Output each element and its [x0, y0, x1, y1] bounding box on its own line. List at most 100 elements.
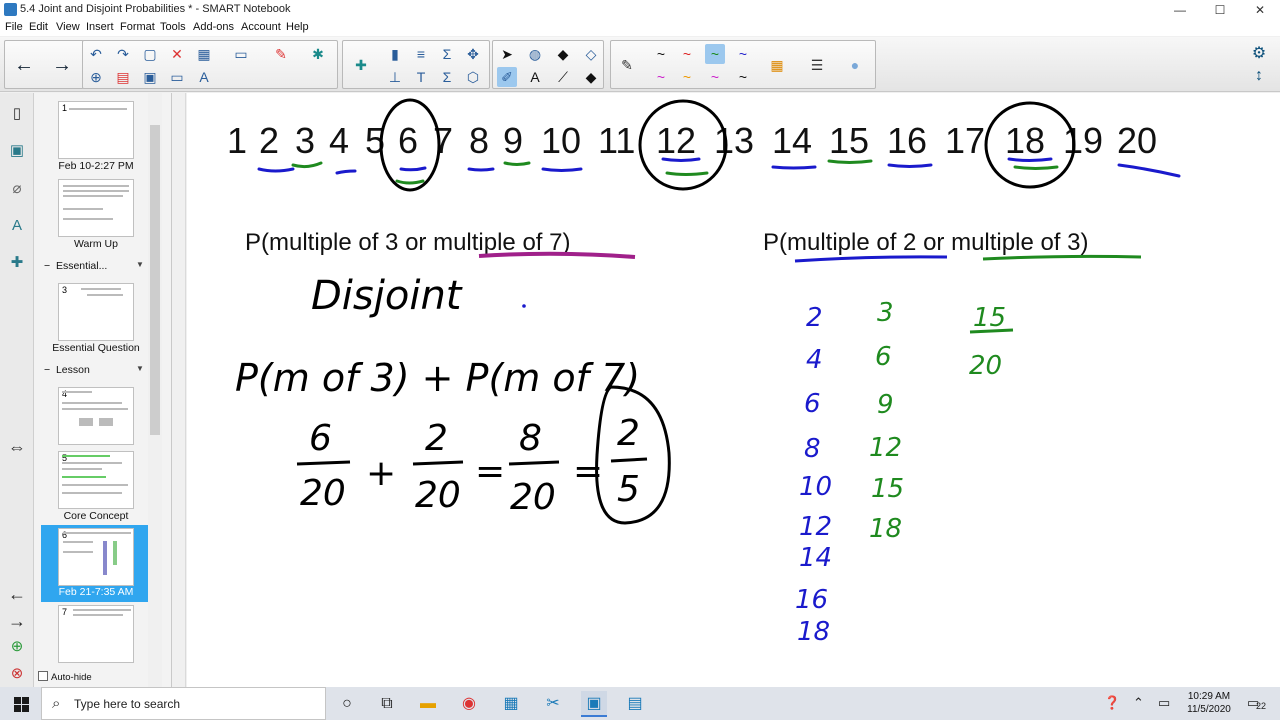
pen-icon[interactable]: ✎ [617, 55, 637, 75]
taskbar-clock[interactable]: 10:29 AM 11/5/2020 [1177, 690, 1241, 716]
menu-format[interactable]: Format [120, 21, 155, 33]
delete-icon[interactable]: ✕ [167, 44, 187, 64]
page-thumbnail-5[interactable]: 5 [58, 451, 134, 509]
page-thumbnail-7[interactable]: 7 [58, 605, 134, 663]
menu-insert[interactable]: Insert [86, 21, 114, 33]
chrome-icon[interactable]: ◉ [456, 691, 482, 717]
canvas-scrollbar[interactable] [173, 93, 186, 687]
delete-page-icon[interactable]: ⊗ [7, 663, 27, 685]
menu-add-ons[interactable]: Add-ons [193, 21, 234, 33]
menu-help[interactable]: Help [286, 21, 309, 33]
page-thumbnail-2[interactable] [58, 179, 134, 237]
chevron-up-icon[interactable]: ⌃ [1133, 695, 1144, 711]
full-screen-icon[interactable]: ▭ [167, 67, 187, 87]
scroll-thumb[interactable] [150, 125, 160, 435]
puzzle-icon[interactable]: ✚ [351, 55, 371, 75]
task-view-icon[interactable]: ⧉ [374, 691, 400, 717]
open-icon[interactable]: ⊕ [86, 67, 106, 87]
redo-icon[interactable]: ↷ [113, 44, 133, 64]
move-icon[interactable]: ✥ [463, 44, 483, 64]
pen-orange-icon[interactable]: ~ [677, 67, 697, 87]
line-style-icon[interactable]: ☰ [807, 55, 827, 75]
page-sorter-icon[interactable]: ▯ [7, 103, 27, 125]
sidebar-scrollbar[interactable] [148, 93, 162, 687]
response-icon[interactable]: ✎ [271, 44, 291, 64]
smart-notebook-taskbar-icon[interactable]: ▣ [581, 691, 607, 717]
pens-icon[interactable]: ✐ [497, 67, 517, 87]
calculator-icon[interactable]: ▦ [498, 691, 524, 717]
page-thumbnail-4[interactable]: 4 [58, 387, 134, 445]
result-fraction: 15 20 [969, 303, 1014, 381]
chart-icon[interactable]: ▮ [385, 44, 405, 64]
network-icon[interactable]: ▭ [1158, 695, 1170, 711]
menu-edit[interactable]: Edit [29, 21, 48, 33]
pen-dotted-icon[interactable]: ~ [733, 67, 753, 87]
text-tool-icon[interactable]: A [194, 67, 214, 87]
add-page-icon[interactable]: ⊕ [7, 636, 27, 658]
fill-effects-icon[interactable]: ● [845, 55, 865, 75]
previous-page-icon[interactable]: ← [7, 583, 27, 605]
fill-icon[interactable]: ◆ [553, 44, 573, 64]
formula-icon[interactable]: Σ [437, 67, 457, 87]
expand-sidebar-icon[interactable]: ⇔ [7, 436, 27, 458]
table-icon[interactable]: ▦ [194, 44, 214, 64]
close-button[interactable]: ✕ [1240, 0, 1280, 20]
back-arrow-icon[interactable]: ← [11, 52, 37, 78]
snipping-icon[interactable]: ✂ [540, 691, 566, 717]
taskbar-search[interactable]: ⌕ Type here to search [41, 687, 326, 720]
menu-view[interactable]: View [56, 21, 80, 33]
menu-file[interactable]: File [5, 21, 23, 33]
pen-green-icon[interactable]: ~ [705, 44, 725, 64]
undo-icon[interactable]: ↶ [86, 44, 106, 64]
gallery-icon[interactable]: ▣ [7, 140, 27, 162]
pen-black-icon[interactable]: ~ [651, 44, 671, 64]
minimize-button[interactable]: — [1160, 0, 1200, 20]
right-toolbar: ⚙ ↕ [1244, 39, 1274, 89]
sigma-icon[interactable]: Σ [437, 44, 457, 64]
section-essential[interactable]: − Essential... ▼ [44, 260, 144, 272]
magic-pen-icon[interactable]: ◍ [525, 44, 545, 64]
notebook-page-canvas[interactable]: .nl { font-family: "Liberation Sans", sa… [187, 93, 1280, 687]
settings-gear-icon[interactable]: ⚙ [1249, 43, 1269, 63]
group-icon[interactable]: T [411, 67, 431, 87]
menu-tools[interactable]: Tools [160, 21, 186, 33]
file-explorer-icon[interactable]: ▬ [415, 691, 441, 717]
eraser-pen-icon[interactable]: ◇ [581, 44, 601, 64]
edit-group: ↶ ↷ ▢ ✕ ▦ ▭ ✎ ✱ ⊕ ▤ ▣ ▭ A [82, 40, 338, 89]
pen-dashed-icon[interactable]: ~ [705, 67, 725, 87]
pdf-icon[interactable]: ▤ [113, 67, 133, 87]
save-icon[interactable]: ▣ [140, 67, 160, 87]
app-taskbar-icon[interactable]: ▤ [622, 691, 648, 717]
line-icon[interactable]: ⟋ [553, 67, 573, 87]
cortana-icon[interactable]: ○ [334, 691, 360, 717]
page-thumbnail-3[interactable]: 3 [58, 283, 134, 341]
move-toolbar-icon[interactable]: ↕ [1249, 67, 1269, 87]
add-ons-icon[interactable]: ✱ [308, 44, 328, 64]
add-ons-tab-icon[interactable]: ✚ [7, 252, 27, 274]
section-lesson[interactable]: − Lesson ▼ [44, 364, 144, 376]
menu-account[interactable]: Account [241, 21, 281, 33]
forward-arrow-icon[interactable]: → [49, 52, 75, 78]
color-palette-icon[interactable]: ▦ [767, 55, 787, 75]
auto-hide-checkbox[interactable]: Auto-hide [38, 671, 92, 683]
start-button[interactable] [0, 687, 40, 720]
properties-icon[interactable]: A [7, 215, 27, 237]
page-thumbnail-6[interactable]: 6 [58, 528, 134, 586]
page-icon[interactable]: ▢ [140, 44, 160, 64]
order-icon[interactable]: ⊥ [385, 67, 405, 87]
eraser-icon[interactable]: ◆ [581, 67, 601, 87]
pen-magenta-icon[interactable]: ~ [651, 67, 671, 87]
text-icon[interactable]: A [525, 67, 545, 87]
pen-red-icon[interactable]: ~ [677, 44, 697, 64]
attachments-icon[interactable]: ⌀ [7, 178, 27, 200]
next-page-icon[interactable]: → [7, 610, 27, 632]
page-thumbnail-1[interactable]: 1 [58, 101, 134, 159]
maximize-button[interactable]: ☐ [1200, 0, 1240, 20]
pen-blue-icon[interactable]: ~ [733, 44, 753, 64]
align-icon[interactable]: ≡ [411, 44, 431, 64]
shape-icon[interactable]: ⬡ [463, 67, 483, 87]
screen-capture-icon[interactable]: ▭ [231, 44, 251, 64]
select-pointer-icon[interactable]: ➤ [497, 44, 517, 64]
frac1-num: 6 [309, 418, 332, 459]
help-icon[interactable]: ❓ [1104, 695, 1120, 711]
